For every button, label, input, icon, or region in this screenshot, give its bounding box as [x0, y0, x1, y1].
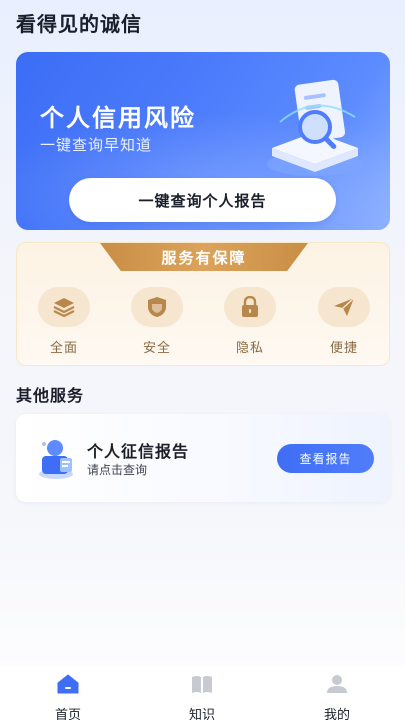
tab-label: 知识 [188, 708, 215, 720]
document-search-illustration-icon [267, 79, 363, 176]
guarantee-label: 全面 [49, 341, 78, 356]
guarantee-item-privacy: 隐私 [220, 287, 280, 356]
guarantee-label: 便捷 [329, 341, 358, 356]
tab-knowledge[interactable]: 知识 [162, 674, 242, 720]
user-report-icon [39, 440, 73, 479]
view-report-button[interactable]: 查看报告 [277, 444, 374, 473]
tab-label: 我的 [323, 708, 350, 720]
lock-icon [242, 296, 258, 317]
tab-mine[interactable]: 我的 [297, 674, 377, 720]
guarantee-item-convenience: 便捷 [314, 287, 374, 356]
send-icon [334, 297, 355, 316]
home-icon [57, 674, 79, 694]
shield-icon [148, 297, 166, 317]
service-guarantee-card: 服务有保障 全面 安全 隐私 便捷 [16, 242, 390, 366]
guarantee-item-security: 安全 [127, 287, 187, 356]
query-report-button[interactable]: 一键查询个人报告 [69, 178, 336, 222]
credit-report-service-card[interactable]: 个人征信报告 请点击查询 查看报告 [16, 414, 390, 502]
app-title: 看得见的诚信 [16, 12, 142, 36]
guarantee-item-comprehensive: 全面 [34, 287, 94, 356]
bottom-tab-bar: 首页 知识 我的 [0, 666, 405, 720]
banner-subtitle: 一键查询早知道 [40, 136, 153, 154]
banner-title: 个人信用风险 [40, 104, 196, 132]
book-icon [192, 676, 212, 693]
other-services-title: 其他服务 [16, 386, 85, 405]
layers-icon [53, 298, 75, 317]
guarantee-banner: 服务有保障 [100, 243, 308, 271]
service-subtitle: 请点击查询 [87, 463, 148, 477]
credit-risk-banner: 个人信用风险 一键查询早知道 一键查询个人报告 [16, 52, 390, 230]
tab-label: 首页 [54, 708, 81, 720]
tab-home[interactable]: 首页 [28, 674, 108, 720]
guarantee-label: 安全 [142, 341, 171, 356]
guarantee-label: 隐私 [235, 341, 264, 356]
service-title: 个人征信报告 [87, 442, 190, 461]
person-icon [327, 675, 347, 693]
